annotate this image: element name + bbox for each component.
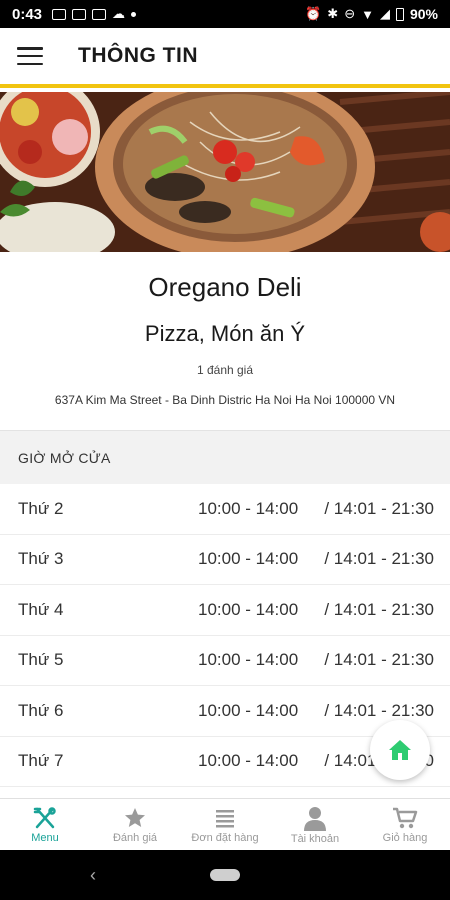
battery-level: 90% bbox=[409, 6, 438, 22]
restaurant-name: Oregano Deli bbox=[148, 272, 302, 302]
evening-slot: / 14:01 - 21:30 bbox=[324, 549, 434, 569]
battery-icon bbox=[395, 7, 404, 21]
hamburger-icon bbox=[17, 47, 43, 65]
morning-slot: 10:00 - 14:00 bbox=[198, 650, 299, 670]
cloud-icon: ☁ bbox=[112, 6, 126, 21]
fork-knife-icon bbox=[33, 806, 56, 828]
opening-hours-header: GIỜ MỞ CỬA bbox=[0, 430, 450, 484]
hours-row: Thứ 5 10:00 - 14:00 / 14:01 - 21:30 bbox=[0, 636, 450, 686]
restaurant-cuisine: Pizza, Món ăn Ý bbox=[144, 321, 306, 346]
evening-slot: / 14:01 - 21:30 bbox=[324, 700, 434, 720]
morning-slot: 10:00 - 14:00 bbox=[198, 549, 299, 569]
restaurant-address: 637A Kim Ma Street - Ba Dinh Distric Ha … bbox=[54, 393, 396, 407]
hours-row: Thứ 3 10:00 - 14:00 / 14:01 - 21:30 bbox=[0, 535, 450, 585]
morning-slot: 10:00 - 14:00 bbox=[198, 498, 299, 518]
day-label: Thứ 6 bbox=[18, 700, 64, 720]
page-title: THÔNG TIN bbox=[78, 44, 198, 67]
home-button[interactable] bbox=[370, 720, 430, 780]
day-label: Thứ 3 bbox=[18, 549, 64, 569]
status-bar: 0:43 ☁ ⏰ ✱ ⊖ ▼ ◢ 90% bbox=[0, 0, 450, 28]
day-label: Thứ 5 bbox=[18, 650, 64, 670]
evening-slot: / 14:01 - 21:30 bbox=[324, 498, 434, 518]
nav-label: Giỏ hàng bbox=[382, 831, 428, 844]
dnd-icon: ⊖ bbox=[344, 6, 356, 21]
review-count-link[interactable]: 1 đánh giá bbox=[0, 363, 450, 377]
more-notifications-icon bbox=[131, 11, 137, 17]
nav-item-account[interactable]: Tài khoản bbox=[270, 799, 360, 850]
home-pill-icon[interactable] bbox=[210, 869, 240, 881]
user-icon bbox=[304, 806, 326, 831]
nav-label: Đánh giá bbox=[112, 831, 158, 844]
day-label: Thứ 4 bbox=[18, 599, 64, 619]
nav-item-menu[interactable]: Menu bbox=[0, 799, 90, 850]
nav-label: Đơn đặt hàng bbox=[191, 831, 259, 844]
bottom-navigation: Menu Đánh giá Đơn đặt hàng Tài khoản Giỏ… bbox=[0, 798, 450, 850]
nav-item-orders[interactable]: Đơn đặt hàng bbox=[180, 799, 270, 850]
notification-icons: ☁ bbox=[52, 6, 137, 22]
day-label: Thứ 7 bbox=[18, 751, 64, 771]
photo-notification-icon bbox=[52, 8, 67, 20]
message-notification-icon bbox=[72, 8, 87, 20]
system-icons: ⏰ ✱ ⊖ ▼ ◢ 90% bbox=[305, 6, 438, 22]
morning-slot: 10:00 - 14:00 bbox=[198, 599, 299, 619]
nav-item-cart[interactable]: Giỏ hàng bbox=[360, 799, 450, 850]
morning-slot: 10:00 - 14:00 bbox=[198, 700, 299, 720]
list-icon bbox=[216, 809, 234, 827]
signal-icon: ◢ bbox=[379, 6, 390, 21]
nav-label: Tài khoản bbox=[290, 832, 340, 845]
hours-row: Thứ 2 10:00 - 14:00 / 14:01 - 21:30 bbox=[0, 484, 450, 535]
nav-label: Menu bbox=[31, 831, 59, 844]
evening-slot: / 14:01 - 21:30 bbox=[324, 599, 434, 619]
app-bar: THÔNG TIN bbox=[0, 28, 450, 88]
morning-slot: 10:00 - 14:00 bbox=[198, 751, 299, 771]
restaurant-hero-image bbox=[0, 92, 450, 252]
day-label: Thứ 2 bbox=[18, 498, 64, 518]
bluetooth-icon: ✱ bbox=[327, 6, 339, 21]
hamburger-menu-button[interactable] bbox=[0, 26, 60, 86]
status-time: 0:43 bbox=[12, 5, 43, 23]
restaurant-info: Oregano Deli Pizza, Món ăn Ý 1 đánh giá … bbox=[0, 252, 450, 428]
wifi-icon: ▼ bbox=[361, 6, 374, 22]
chat-notification-icon bbox=[92, 8, 107, 20]
system-navigation-bar: ‹ bbox=[0, 850, 450, 900]
food-illustration bbox=[0, 92, 450, 252]
back-icon[interactable]: ‹ bbox=[90, 865, 96, 886]
cart-icon bbox=[393, 807, 418, 828]
nav-item-reviews[interactable]: Đánh giá bbox=[90, 799, 180, 850]
home-icon bbox=[389, 740, 411, 760]
alarm-icon: ⏰ bbox=[305, 6, 322, 21]
evening-slot: / 14:01 - 21:30 bbox=[324, 650, 434, 670]
hours-row: Thứ 4 10:00 - 14:00 / 14:01 - 21:30 bbox=[0, 585, 450, 636]
star-icon bbox=[125, 807, 145, 827]
